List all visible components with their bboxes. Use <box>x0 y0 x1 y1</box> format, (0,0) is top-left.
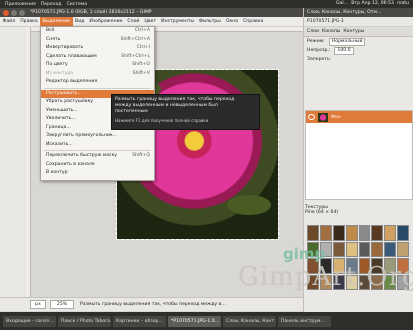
menu-view[interactable]: Вид <box>73 17 87 26</box>
patterns-header: Текстуры Pine (64 × 64) <box>305 205 411 215</box>
tab-layers[interactable]: Слои <box>307 29 319 34</box>
pattern-swatch[interactable] <box>384 225 397 241</box>
tray-app[interactable]: Gal… <box>336 1 348 6</box>
menu-item-rounded-rectangle[interactable]: Закруглить прямоугольник... <box>41 132 154 141</box>
mode-row: Режим: Нормальный <box>304 37 413 46</box>
image-name: P1070571.JPG-1 <box>307 19 344 24</box>
menu-item-distort[interactable]: Исказить... <box>41 141 154 150</box>
taskbar-item[interactable]: Картинки – обзор… <box>113 315 166 327</box>
menu-item-to-path[interactable]: В контур <box>41 169 154 178</box>
taskbar: Входящие - carvin… Поиск / Photo Tabora…… <box>0 312 413 330</box>
opacity-label: Непрозр.: <box>307 48 331 53</box>
status-message: Размыть границу выделения так, чтобы пер… <box>80 302 226 307</box>
tooltip-line: постепенным <box>115 109 148 114</box>
maximize-icon[interactable] <box>19 9 25 16</box>
menu-tools[interactable]: Инструменты <box>159 17 197 26</box>
taskbar-item[interactable]: Слои, Каналы, Конт… <box>223 315 276 327</box>
pattern-swatch[interactable] <box>307 225 319 241</box>
minimize-icon[interactable] <box>11 9 17 16</box>
taskbar-item[interactable]: Входящие - carvin… <box>3 315 56 327</box>
menu-windows[interactable]: Окна <box>223 17 240 26</box>
watermark: gimp GimpArt.Org <box>238 245 413 300</box>
pattern-swatch[interactable] <box>397 225 409 241</box>
menu-applications[interactable]: Приложения <box>5 2 36 7</box>
mode-label: Режим: <box>307 39 325 44</box>
menu-item-quick-mask[interactable]: Переключить быструю маску Shift+Q <box>41 152 154 161</box>
menu-item-by-color[interactable]: По цвету Shift+O <box>41 61 154 70</box>
taskbar-item[interactable]: Панель инструм… <box>278 315 331 327</box>
tab-paths[interactable]: Контуры <box>343 29 364 34</box>
menu-edit[interactable]: Правка <box>18 17 40 26</box>
menu-separator <box>44 150 151 151</box>
dock-tabs: Слои Каналы Контуры <box>304 27 413 37</box>
pattern-swatch[interactable] <box>358 225 371 241</box>
taskbar-item[interactable]: Поиск / Photo Tabora… <box>58 315 111 327</box>
feather-tooltip: Размыть границу выделения так, чтобы пер… <box>111 94 260 130</box>
eye-icon[interactable] <box>308 114 315 120</box>
zoom-select[interactable]: 25% <box>50 300 74 309</box>
dock-title: Слои, Каналы, Контуры, Отм… <box>304 8 413 17</box>
clock[interactable]: Втр Апр 12, 06:53 <box>351 1 394 6</box>
layer-row[interactable]: Фон <box>306 111 412 123</box>
menu-system[interactable]: Система <box>67 2 88 7</box>
leaf-shape <box>227 195 271 215</box>
menu-colors[interactable]: Цвет <box>142 17 159 26</box>
menu-filters[interactable]: Фильтры <box>197 17 224 26</box>
toolbox-strip <box>0 27 27 297</box>
menu-image[interactable]: Изображение <box>87 17 125 26</box>
pattern-swatch[interactable] <box>345 225 358 241</box>
system-top-panel: Приложения Переход Система Gal… Втр Апр … <box>0 0 413 8</box>
menu-item-none[interactable]: Снять Shift+Ctrl+A <box>41 36 154 45</box>
image-window-titlebar: *P1070571.JPG-1.0 (RGB, 1 слой) 2816x211… <box>0 8 303 17</box>
pattern-name: Pine (64 × 64) <box>305 210 339 215</box>
opacity-input[interactable]: 100.0 <box>334 46 354 55</box>
menu-item-selection-editor[interactable]: Редактор выделения <box>41 78 154 87</box>
image-selector[interactable]: P1070571.JPG-1 <box>304 17 413 27</box>
vertical-ruler[interactable] <box>26 27 31 297</box>
menu-item-all[interactable]: Всё Ctrl+A <box>41 27 154 36</box>
tab-channels[interactable]: Каналы <box>322 29 340 34</box>
mode-select[interactable]: Нормальный <box>328 37 366 46</box>
menu-item-from-path: Из контура Shift+V <box>46 70 150 76</box>
user-menu[interactable]: matu <box>397 1 409 6</box>
opacity-row: Непрозр.: 100.0 <box>304 46 413 55</box>
pattern-swatch[interactable] <box>332 225 345 241</box>
menu-help[interactable]: Справка <box>241 17 266 26</box>
system-tray: Gal… Втр Апр 12, 06:53 matu <box>336 1 409 6</box>
watermark-site: GimpArt.Org <box>238 262 413 292</box>
lock-label: Запереть: <box>307 57 332 62</box>
menu-item-float[interactable]: Сделать плавающим Shift+Ctrl+L <box>41 53 154 62</box>
menu-places[interactable]: Переход <box>41 2 62 7</box>
layer-thumbnail <box>318 112 328 122</box>
unit-select[interactable]: px <box>30 300 46 309</box>
menu-separator <box>44 87 151 89</box>
pattern-swatch[interactable] <box>371 225 384 241</box>
taskbar-item-active[interactable]: *P1070571.JPG-1.0… <box>168 315 221 327</box>
tooltip-hint: Нажмите F1 для получения полной справки <box>115 118 209 123</box>
menu-item-save-to-channel[interactable]: Сохранить в канале <box>41 161 154 170</box>
lock-row: Запереть: <box>304 55 413 64</box>
menu-file[interactable]: Файл <box>0 17 18 26</box>
window-controls <box>3 9 25 16</box>
watermark-logo: gimp <box>283 245 326 263</box>
layers-list: Фон <box>305 110 413 200</box>
layer-name[interactable]: Фон <box>331 115 341 120</box>
menu-layer[interactable]: Слой <box>125 17 142 26</box>
menu-item-invert[interactable]: Инвертировать Ctrl+I <box>41 44 154 53</box>
window-title: *P1070571.JPG-1.0 (RGB, 1 слой) 2816x211… <box>30 10 152 15</box>
menu-select[interactable]: Выделение <box>40 17 73 26</box>
close-icon[interactable] <box>3 9 9 16</box>
pattern-swatch[interactable] <box>319 225 332 241</box>
